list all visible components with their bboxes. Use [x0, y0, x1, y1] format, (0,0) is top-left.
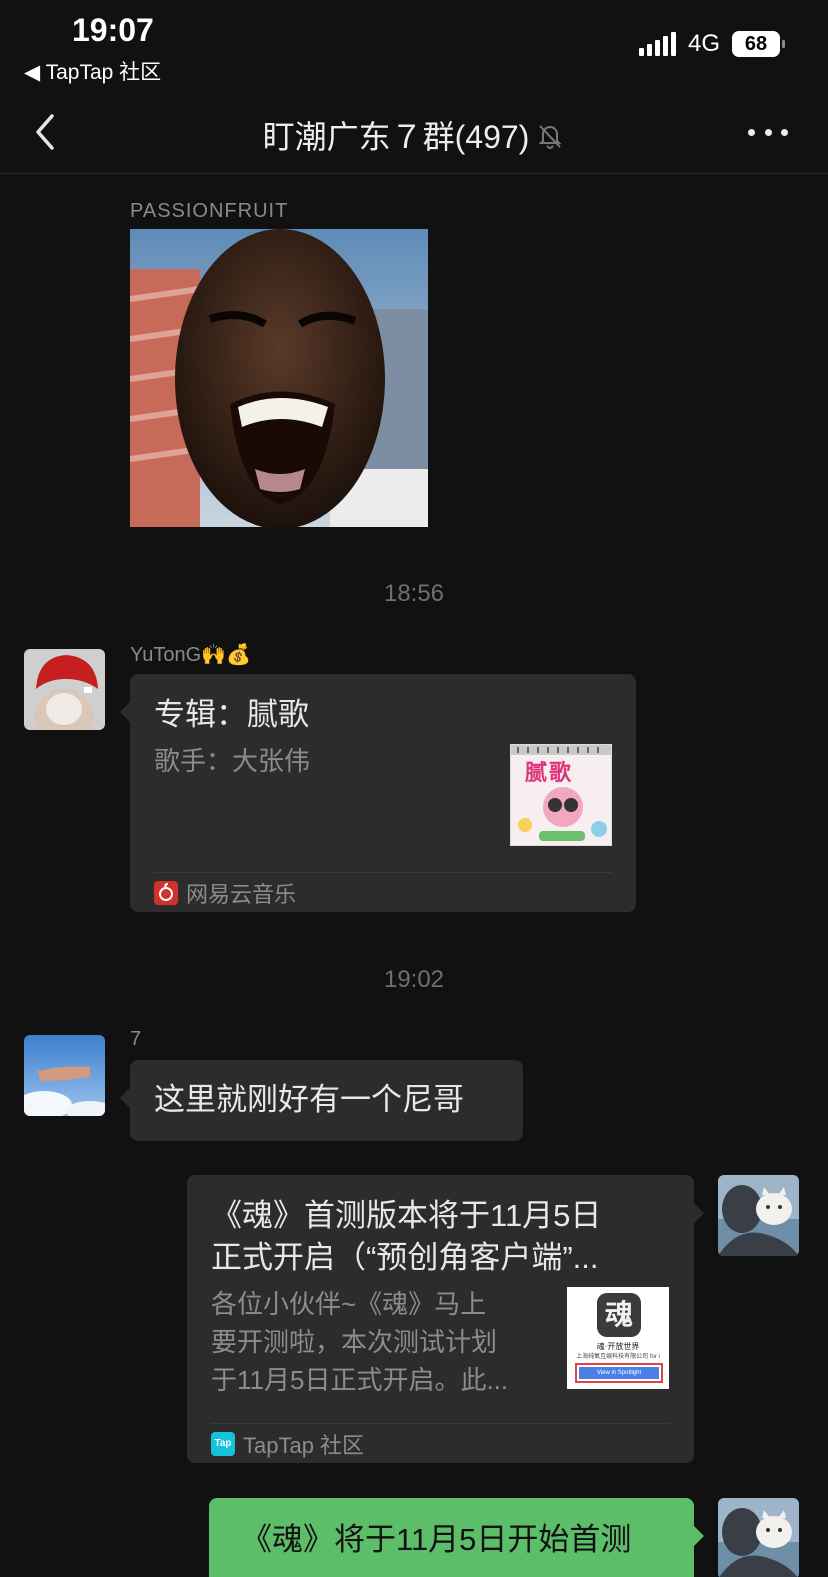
avatar[interactable] [24, 1035, 105, 1116]
my-avatar[interactable] [718, 1175, 799, 1256]
link-desc-line1: 各位小伙伴~《魂》马上 [211, 1289, 487, 1319]
chat-title: 盯潮广东７群(497) [0, 112, 828, 158]
link-title-line2: 正式开启（“预创角客户端”... [211, 1240, 599, 1275]
battery-icon: 68 [732, 31, 785, 57]
back-to-app-link[interactable]: ◀ TapTap 社区 [24, 56, 161, 86]
network-type: 4G [687, 30, 720, 57]
music-card-title: 专辑：腻歌 [154, 697, 309, 732]
status-time: 19:07 [72, 12, 154, 48]
link-thumbnail: 魂 魂·开放世界 上海纯氧互娱科技有限公司 for i View in Spot… [567, 1287, 669, 1389]
more-dots-icon[interactable] [748, 114, 788, 150]
link-card[interactable]: 《魂》首测版本将于11月5日 正式开启（“预创角客户端”... 各位小伙伴~《魂… [187, 1175, 704, 1463]
link-desc-line3: 于11月5日正式开启。此... [211, 1365, 509, 1395]
sender-name: YuTonG🙌💰 [130, 644, 251, 666]
link-card-footer: Tap TapTap 社区 [211, 1423, 670, 1463]
chat-title-text: 盯潮广东７群(497) [262, 119, 530, 155]
music-card[interactable]: 专辑：腻歌 歌手：大张伟 腻歌 网易云音乐 [120, 674, 636, 912]
link-desc-line2: 要开测啦，本次测试计划 [211, 1327, 498, 1357]
bell-slash-icon [535, 121, 565, 151]
link-title-line1: 《魂》首测版本将于11月5日 [211, 1198, 602, 1233]
taptap-icon: Tap [211, 1431, 235, 1456]
message-text: 这里就刚好有一个尼哥 [154, 1082, 464, 1117]
time-separator: 19:02 [383, 966, 445, 993]
image-message[interactable] [130, 229, 428, 527]
status-bar: 19:07 ◀ TapTap 社区 4G 68 [0, 0, 828, 90]
music-source: 网易云音乐 [186, 881, 297, 907]
avatar[interactable] [24, 649, 105, 730]
music-card-artist: 歌手：大张伟 [154, 746, 311, 776]
time-separator: 18:56 [383, 580, 445, 607]
sender-name: 7 [130, 1028, 142, 1050]
game-logo: 魂 [597, 1293, 641, 1337]
thumb-view-button: View in Spotlight [575, 1363, 663, 1383]
signal-icon [638, 32, 676, 56]
own-text-message[interactable]: 《魂》将于11月5日开始首测 [209, 1498, 704, 1577]
album-cover: 腻歌 [510, 744, 612, 846]
sender-name: PASSIONFRUIT [130, 200, 289, 222]
text-message[interactable]: 这里就刚好有一个尼哥 [120, 1060, 523, 1141]
message-text: 《魂》将于11月5日开始首测 [241, 1522, 632, 1557]
link-source: TapTap 社区 [243, 1432, 365, 1458]
album-cover-title: 腻歌 [525, 760, 574, 785]
status-indicators: 4G 68 [638, 30, 785, 58]
chat-header: 盯潮广东７群(497) [0, 90, 828, 174]
my-avatar[interactable] [718, 1498, 799, 1577]
netease-music-icon [154, 880, 178, 905]
music-card-footer: 网易云音乐 [154, 872, 612, 912]
thumb-publisher: 上海纯氧互娱科技有限公司 for i [576, 1354, 660, 1360]
